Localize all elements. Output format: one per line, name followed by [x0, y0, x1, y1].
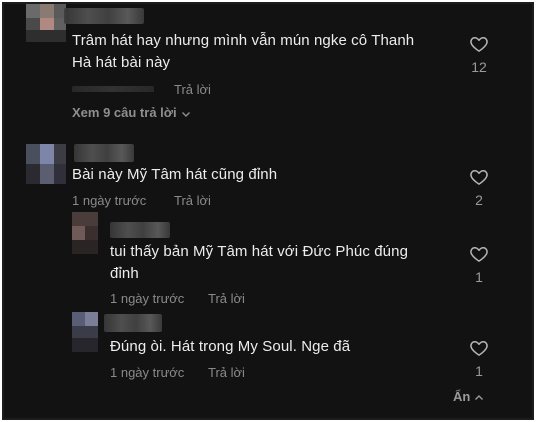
comment-text: đỉnh: [110, 265, 139, 282]
reply-button[interactable]: Trả lời: [174, 82, 211, 98]
comment-text: Bài này Mỹ Tâm hát cũng đỉnh: [72, 166, 278, 183]
view-replies-label: Xem 9 câu trả lời: [72, 105, 177, 120]
avatar[interactable]: [26, 4, 66, 42]
like-count: 1: [475, 363, 483, 379]
like-count: 1: [475, 269, 483, 285]
hide-replies-button[interactable]: Ẩn: [453, 389, 484, 405]
heart-outline-icon[interactable]: [469, 338, 489, 358]
reply-button[interactable]: Trả lời: [208, 365, 245, 381]
comment-text: Trâm hát hay nhưng mình vẫn mún ngke cô …: [72, 32, 415, 49]
view-replies-button[interactable]: Xem 9 câu trả lời: [72, 105, 191, 121]
timestamp-redacted: [72, 82, 154, 92]
chevron-up-icon: [475, 394, 484, 400]
comment-text: Đúng òi. Hát trong My Soul. Nge đã: [110, 338, 351, 355]
username-redacted[interactable]: [64, 8, 144, 24]
username-redacted[interactable]: [74, 144, 134, 162]
comment-text: Hà hát bài này: [72, 54, 171, 71]
avatar[interactable]: [72, 312, 98, 352]
comment-panel: Trâm hát hay nhưng mình vẫn mún ngke cô …: [2, 2, 534, 420]
hide-replies-label: Ẩn: [453, 389, 471, 404]
username-redacted[interactable]: [110, 222, 170, 238]
reply-button[interactable]: Trả lời: [208, 291, 245, 307]
like-count: 2: [475, 192, 483, 208]
avatar[interactable]: [72, 212, 98, 254]
comment-text: tui thấy bản Mỹ Tâm hát với Đức Phúc đún…: [110, 243, 409, 260]
heart-outline-icon[interactable]: [469, 167, 489, 187]
timestamp: 1 ngày trước: [72, 193, 147, 208]
username-redacted[interactable]: [104, 314, 162, 332]
timestamp: 1 ngày trước: [110, 365, 185, 380]
heart-outline-icon[interactable]: [469, 34, 489, 54]
like-count: 12: [471, 59, 487, 75]
heart-outline-icon[interactable]: [469, 244, 489, 264]
avatar[interactable]: [26, 144, 66, 184]
reply-button[interactable]: Trả lời: [174, 193, 211, 209]
timestamp: 1 ngày trước: [110, 291, 185, 306]
chevron-down-icon: [181, 111, 190, 117]
